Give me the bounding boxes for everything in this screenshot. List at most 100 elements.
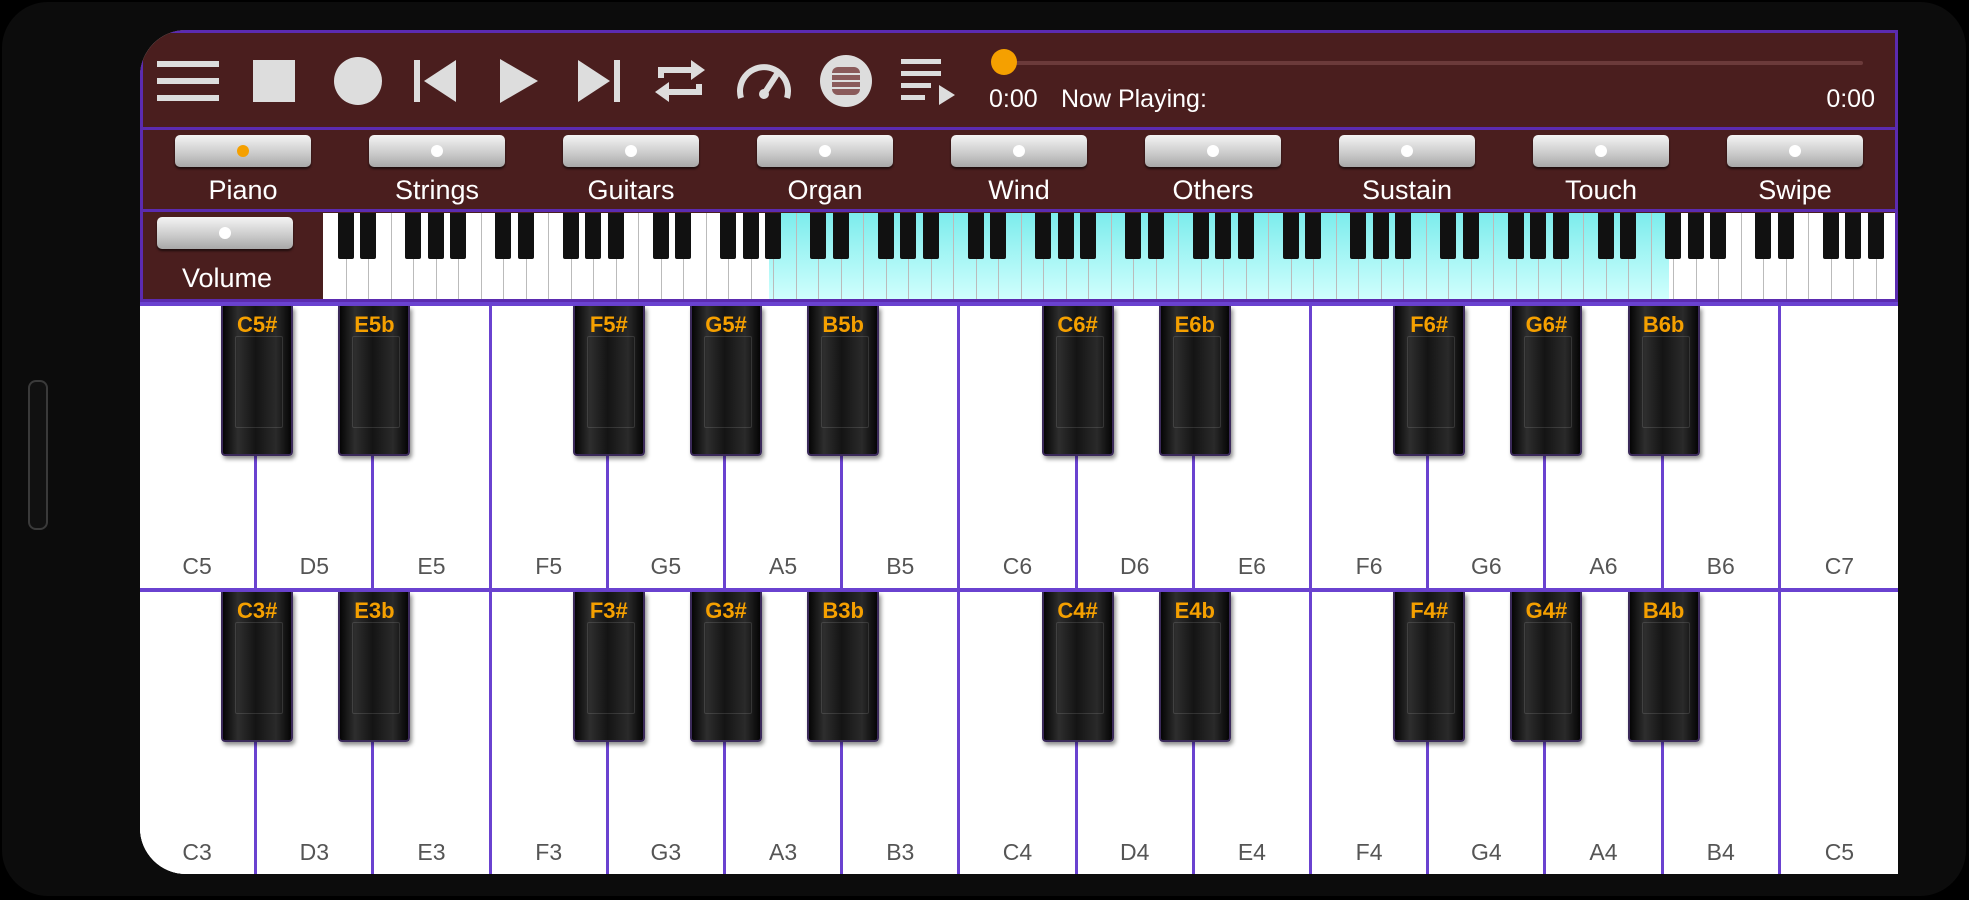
option-guitars[interactable]: Guitars [561,133,701,213]
black-key-b4b[interactable]: B4b [1627,592,1700,742]
black-key-c4-sharp[interactable]: C4# [1041,592,1114,742]
black-key-e3b[interactable]: E3b [338,592,411,742]
menu-icon[interactable] [157,51,219,111]
mini-black-key [495,213,511,259]
skip-previous-icon[interactable] [405,51,467,111]
black-key-c3-sharp[interactable]: C3# [221,592,294,742]
black-key-e4b[interactable]: E4b [1158,592,1231,742]
white-key-c5[interactable]: C5 [1780,592,1898,874]
keyboard-range-selector[interactable] [323,213,1895,299]
option-sustain[interactable]: Sustain [1337,133,1477,213]
option-toggle[interactable] [1533,135,1669,167]
total-time: 0:00 [1826,85,1875,113]
white-key-label: D5 [299,553,329,579]
black-key-shine [1407,336,1456,428]
mini-black-key [1552,213,1569,259]
volume-slider[interactable] [157,217,293,249]
white-key-c7[interactable]: C7 [1780,306,1898,588]
option-toggle[interactable] [1727,135,1863,167]
record-icon[interactable] [327,51,389,111]
option-label: Others [1172,175,1254,205]
mini-black-key [900,213,916,259]
white-key-label: E4 [1237,839,1266,865]
white-key-label: E6 [1237,553,1266,579]
black-key-label: G3# [705,598,747,623]
option-wind[interactable]: Wind [949,133,1089,213]
mini-white-key-divider [1110,213,1112,299]
option-toggle[interactable] [563,135,699,167]
option-toggle[interactable] [757,135,893,167]
black-key-g3-sharp[interactable]: G3# [690,592,762,742]
option-toggle[interactable] [1339,135,1475,167]
volume-label: Volume [181,263,273,293]
option-indicator-dot [431,145,443,157]
white-key-label: G4 [1470,839,1502,865]
white-key-label: C5 [182,553,212,579]
black-key-f6-sharp[interactable]: F6# [1393,306,1466,456]
black-key-c5-sharp[interactable]: C5# [221,306,294,456]
white-key-label: C3 [182,839,212,865]
progress-bar[interactable] [991,49,1863,75]
white-key-label: B5 [886,553,915,579]
black-key-c6-sharp[interactable]: C6# [1041,306,1114,456]
mini-black-key [1507,213,1524,259]
option-toggle[interactable] [951,135,1087,167]
mini-white-key-divider [480,213,482,299]
black-key-g5-sharp[interactable]: G5# [690,306,762,456]
option-piano[interactable]: Piano [173,133,313,213]
option-indicator-dot [1013,145,1025,157]
black-key-e6b[interactable]: E6b [1158,306,1231,456]
black-key-g6-sharp[interactable]: G6# [1510,306,1583,456]
black-key-label: E5b [354,312,395,337]
mini-black-key [1845,213,1861,259]
black-key-e5b[interactable]: E5b [338,306,411,456]
phone-side-button [28,380,48,530]
black-key-b5b[interactable]: B5b [807,306,880,456]
mini-black-key [405,213,421,259]
white-key-label: E5 [417,553,446,579]
option-touch[interactable]: Touch [1531,133,1671,213]
mini-white-key-divider [863,213,864,299]
mini-white-key-divider [705,213,707,299]
black-key-f4-sharp[interactable]: F4# [1393,592,1466,742]
skip-next-icon[interactable] [567,51,629,111]
play-icon[interactable] [487,51,549,111]
option-toggle[interactable] [175,135,311,167]
mini-white-key-divider [1335,213,1337,299]
option-strings[interactable]: Strings [367,133,507,213]
volume-control[interactable]: Volume [157,217,297,303]
playlist-icon[interactable] [897,51,959,111]
option-swipe[interactable]: Swipe [1725,133,1865,213]
option-label: Swipe [1758,175,1832,205]
stop-icon[interactable] [243,51,305,111]
option-toggle[interactable] [1145,135,1281,167]
repeat-icon[interactable] [649,51,711,111]
option-organ[interactable]: Organ [755,133,895,213]
black-key-label: B4b [1642,598,1685,623]
option-others[interactable]: Others [1143,133,1283,213]
black-key-label: G6# [1525,312,1568,337]
black-key-b3b[interactable]: B3b [807,592,880,742]
black-key-f3-sharp[interactable]: F3# [572,592,645,742]
progress-thumb[interactable] [991,49,1017,75]
white-key-label: F4 [1355,839,1383,865]
black-key-label: C4# [1057,598,1098,623]
white-key-label: B4 [1706,839,1735,865]
speedometer-icon[interactable] [733,51,795,111]
mini-black-key [1620,213,1636,259]
black-key-f5-sharp[interactable]: F5# [572,306,645,456]
black-key-shine [821,622,870,714]
mini-black-key [1192,213,1209,259]
black-key-shine [821,336,870,428]
black-key-b6b[interactable]: B6b [1627,306,1700,456]
drum-icon[interactable] [815,51,877,111]
mini-white-key-divider [1020,213,1022,299]
black-key-g4-sharp[interactable]: G4# [1510,592,1583,742]
option-toggle[interactable] [369,135,505,167]
white-key-label: F3 [535,839,563,865]
mini-black-key [720,213,736,259]
option-label: Touch [1564,175,1638,205]
mini-white-key-divider [1740,213,1742,299]
mini-black-key [1687,213,1704,259]
mini-black-key [450,213,466,259]
